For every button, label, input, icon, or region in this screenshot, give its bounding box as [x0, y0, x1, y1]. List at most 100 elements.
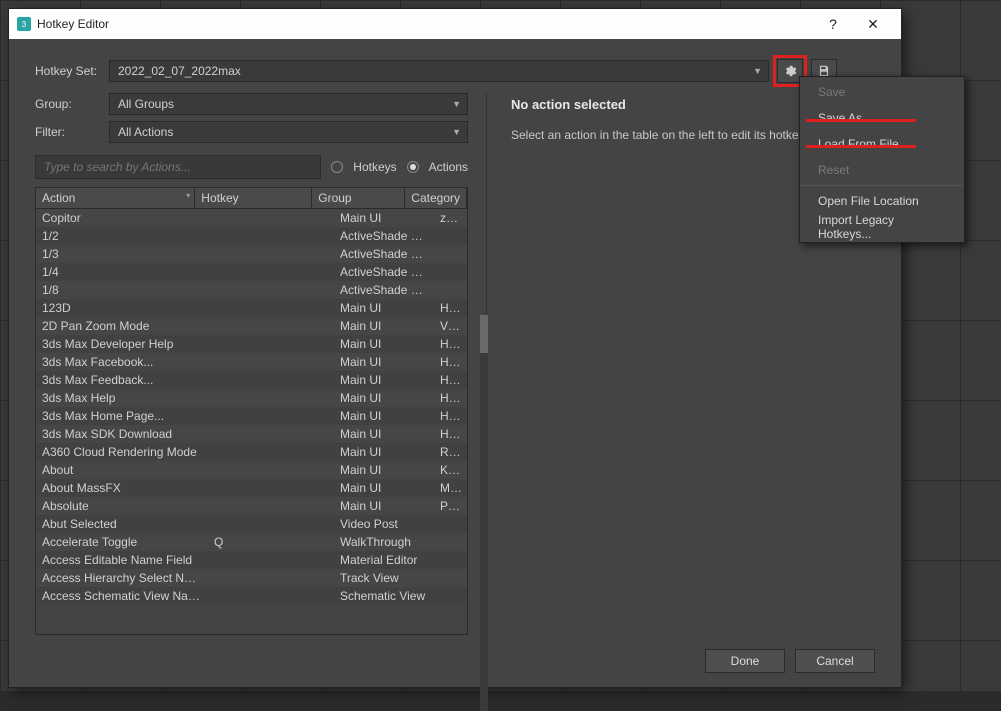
table-row[interactable]: A360 Cloud Rendering ModeMain UIRender — [36, 443, 467, 461]
done-button[interactable]: Done — [705, 649, 785, 673]
cell-action: 3ds Max Facebook... — [36, 355, 208, 369]
red-underline-annotation — [806, 119, 916, 122]
cell-group: Main UI — [334, 463, 434, 477]
cell-category: Parameter — [434, 499, 467, 513]
filter-dropdown[interactable]: All Actions ▼ — [109, 121, 468, 143]
cell-action: 3ds Max SDK Download — [36, 427, 208, 441]
cell-group: Main UI — [334, 373, 434, 387]
table-row[interactable]: 123DMain UIHelp — [36, 299, 467, 317]
cell-action: 1/2 — [36, 229, 208, 243]
chevron-down-icon: ▼ — [452, 99, 461, 109]
table-row[interactable]: 3ds Max Home Page...Main UIHelp — [36, 407, 467, 425]
cell-category: Render — [434, 445, 467, 459]
table-body[interactable]: CopitorMain UIzOffTy To1/2ActiveShade Fr… — [36, 209, 467, 634]
group-label: Group: — [35, 97, 101, 111]
cell-action: Access Schematic View Name Field — [36, 589, 208, 603]
table-row[interactable]: 3ds Max SDK Download Main UIHelp — [36, 425, 467, 443]
cell-group: Main UI — [334, 499, 434, 513]
search-input[interactable] — [35, 155, 321, 179]
table-row[interactable]: Access Editable Name Field Material Edito… — [36, 551, 467, 569]
menu-save-as[interactable]: Save As... — [800, 105, 964, 131]
cell-category: Help — [434, 427, 467, 441]
cell-action: Access Editable Name Field — [36, 553, 208, 567]
cell-action: About — [36, 463, 208, 477]
col-category[interactable]: Category — [405, 188, 467, 208]
cell-category: Views — [434, 319, 467, 333]
cell-action: 3ds Max Developer Help — [36, 337, 208, 351]
menu-separator — [800, 185, 964, 186]
cell-action: Copitor — [36, 211, 208, 225]
cell-group: Main UI — [334, 427, 434, 441]
cell-category: zOffTy To — [434, 211, 467, 225]
close-button[interactable]: ✕ — [853, 16, 893, 33]
table-row[interactable]: 3ds Max Developer Help Main UIHelp — [36, 335, 467, 353]
cell-category: Help — [434, 391, 467, 405]
cell-group: Main UI — [334, 337, 434, 351]
cell-group: ActiveShade Fra... — [334, 265, 434, 279]
cell-category: Help — [434, 301, 467, 315]
group-dropdown[interactable]: All Groups ▼ — [109, 93, 468, 115]
cell-group: Main UI — [334, 409, 434, 423]
cell-group: Track View — [334, 571, 434, 585]
table-row[interactable]: Accelerate ToggleQWalkThrough — [36, 533, 467, 551]
table-row[interactable]: AboutMain UIKstudio — [36, 461, 467, 479]
cell-group: Main UI — [334, 319, 434, 333]
cell-action: 3ds Max Help — [36, 391, 208, 405]
table-row[interactable]: Abut SelectedVideo Post — [36, 515, 467, 533]
table-row[interactable]: 1/4 ActiveShade Fra... — [36, 263, 467, 281]
menu-save: Save — [800, 79, 964, 105]
table-row[interactable]: CopitorMain UIzOffTy To — [36, 209, 467, 227]
table-row[interactable]: AbsoluteMain UIParameter — [36, 497, 467, 515]
cancel-button[interactable]: Cancel — [795, 649, 875, 673]
cell-group: Main UI — [334, 355, 434, 369]
chevron-down-icon: ▼ — [753, 66, 762, 76]
menu-reset: Reset — [800, 157, 964, 183]
cell-action: Accelerate Toggle — [36, 535, 208, 549]
cell-hotkey: Q — [208, 535, 334, 549]
table-row[interactable]: About MassFXMain UIMassFX — [36, 479, 467, 497]
table-header: Action▾ Hotkey Group Category — [36, 188, 467, 209]
cell-group: ActiveShade Fra... — [334, 229, 434, 243]
actions-radio[interactable] — [407, 161, 419, 173]
cell-category: Help — [434, 337, 467, 351]
cell-group: WalkThrough — [334, 535, 434, 549]
hotkey-set-value: 2022_02_07_2022max — [118, 64, 241, 78]
window-title: Hotkey Editor — [37, 17, 813, 31]
actions-radio-label: Actions — [429, 160, 468, 174]
cell-category: Help — [434, 373, 467, 387]
table-row[interactable]: 1/2 ActiveShade Fra... — [36, 227, 467, 245]
hotkeys-radio-label: Hotkeys — [353, 160, 396, 174]
table-row[interactable]: Access Schematic View Name Field Schemati… — [36, 587, 467, 605]
cell-group: ActiveShade Fra... — [334, 247, 434, 261]
hotkey-set-label: Hotkey Set: — [35, 64, 101, 78]
hotkey-set-dropdown[interactable]: 2022_02_07_2022max ▼ — [109, 60, 769, 82]
menu-load-from-file[interactable]: Load From File... — [800, 131, 964, 157]
cell-action: 1/3 — [36, 247, 208, 261]
cell-group: Main UI — [334, 445, 434, 459]
cell-action: Access Hierarchy Select Name Field — [36, 571, 208, 585]
menu-import-legacy[interactable]: Import Legacy Hotkeys... — [800, 214, 964, 240]
table-row[interactable]: 3ds Max Facebook...Main UIHelp — [36, 353, 467, 371]
table-row[interactable]: 1/8ActiveShade Fra... — [36, 281, 467, 299]
table-row[interactable]: 1/3 ActiveShade Fra... — [36, 245, 467, 263]
filter-label: Filter: — [35, 125, 101, 139]
filter-value: All Actions — [118, 125, 173, 139]
red-underline-annotation — [806, 145, 916, 148]
col-action[interactable]: Action▾ — [36, 188, 195, 208]
cell-action: Abut Selected — [36, 517, 208, 531]
table-row[interactable]: 3ds Max Feedback...Main UIHelp — [36, 371, 467, 389]
table-row[interactable]: 3ds Max HelpMain UIHelp — [36, 389, 467, 407]
cell-action: 1/4 — [36, 265, 208, 279]
cell-group: Main UI — [334, 301, 434, 315]
col-hotkey[interactable]: Hotkey — [195, 188, 312, 208]
cell-category: Help — [434, 409, 467, 423]
col-group[interactable]: Group — [312, 188, 405, 208]
table-row[interactable]: 2D Pan Zoom ModeMain UIViews — [36, 317, 467, 335]
help-button[interactable]: ? — [813, 16, 853, 32]
cell-group: Material Editor — [334, 553, 434, 567]
cell-category: MassFX — [434, 481, 467, 495]
hotkeys-radio[interactable] — [331, 161, 343, 173]
cell-group: Schematic View — [334, 589, 434, 603]
menu-open-file-location[interactable]: Open File Location — [800, 188, 964, 214]
table-row[interactable]: Access Hierarchy Select Name Field Track … — [36, 569, 467, 587]
